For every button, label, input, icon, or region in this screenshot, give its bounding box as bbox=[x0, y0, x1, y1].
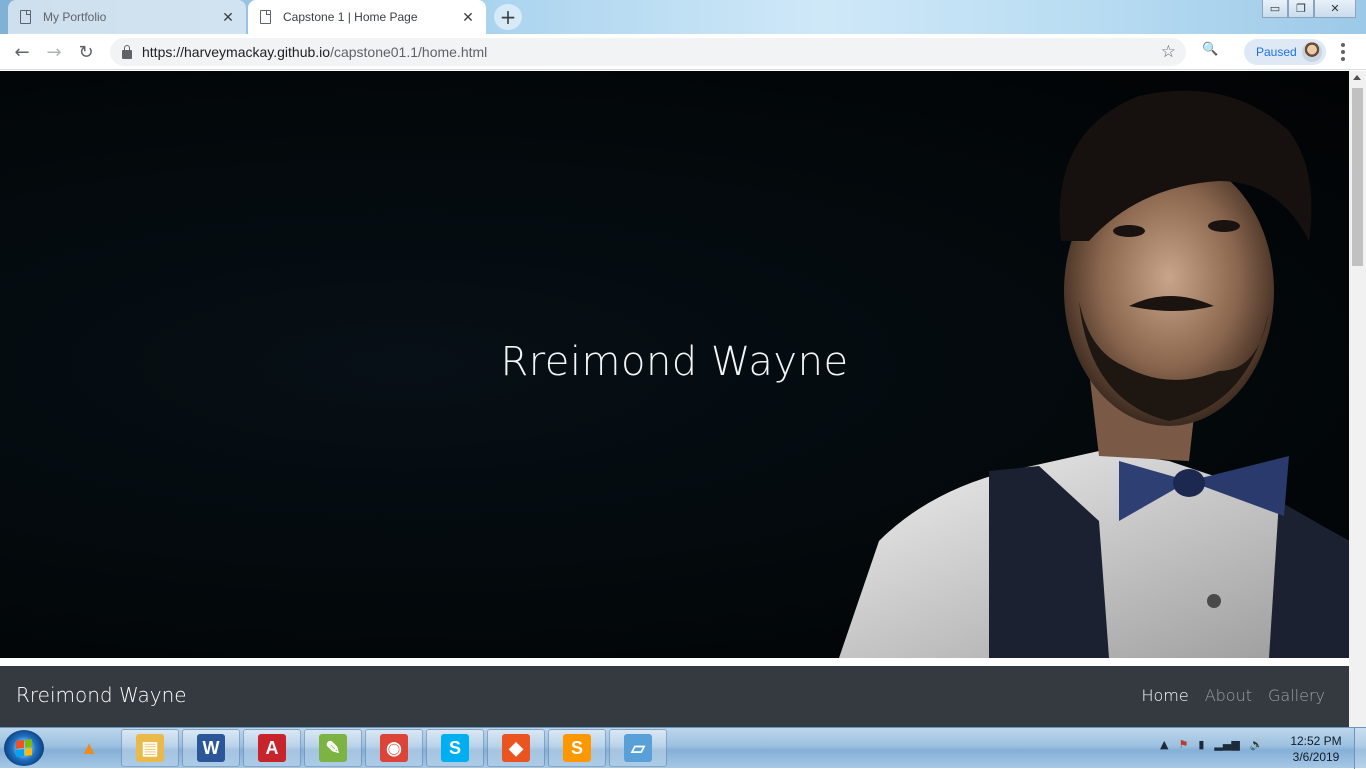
notepad-plus-plus-icon: ✎ bbox=[319, 734, 347, 762]
clock-time: 12:52 PM bbox=[1290, 734, 1342, 748]
hero-title: Rreimond Wayne bbox=[500, 339, 849, 385]
search-icon[interactable]: 🔍 bbox=[1202, 42, 1218, 57]
taskbar-app-chrome[interactable]: ◉ bbox=[365, 729, 423, 767]
browser-toolbar: ← → ↻ https://harveymackay.github.io/cap… bbox=[0, 34, 1366, 70]
git-extensions-icon: ◆ bbox=[502, 734, 530, 762]
signal-icon[interactable]: ▂▄▆ bbox=[1214, 738, 1239, 751]
autocad-icon: A bbox=[258, 734, 286, 762]
page-icon bbox=[260, 10, 271, 24]
reload-button[interactable]: ↻ bbox=[74, 40, 98, 64]
system-tray: ▲ ⚑ ▮ ▂▄▆ 🔊 bbox=[1160, 738, 1264, 751]
nav-link-about[interactable]: About bbox=[1205, 686, 1252, 705]
scrollbar-thumb[interactable] bbox=[1352, 88, 1363, 266]
url-host: https://harveymackay.github.io bbox=[142, 44, 331, 60]
window-controls: ▭ ❐ ✕ bbox=[1262, 0, 1356, 18]
show-desktop-button[interactable] bbox=[1354, 728, 1366, 769]
nav-separator bbox=[0, 658, 1349, 666]
url-text: https://harveymackay.github.io/capstone0… bbox=[142, 44, 487, 60]
page-viewport: Rreimond Wayne Rreimond Wayne Home About… bbox=[0, 71, 1366, 727]
tab-title: Capstone 1 | Home Page bbox=[283, 10, 418, 24]
taskbar-app-skype[interactable]: S bbox=[426, 729, 484, 767]
taskbar-app-snipping-tool[interactable]: ▱ bbox=[609, 729, 667, 767]
snipping-tool-icon: ▱ bbox=[624, 734, 652, 762]
maximize-button[interactable]: ❐ bbox=[1288, 0, 1314, 18]
close-tab-icon[interactable]: ✕ bbox=[220, 9, 236, 25]
site-navbar: Rreimond Wayne Home About Gallery bbox=[0, 666, 1349, 727]
tab-capstone-home[interactable]: Capstone 1 | Home Page ✕ bbox=[248, 0, 486, 34]
navbar-brand[interactable]: Rreimond Wayne bbox=[16, 683, 187, 707]
url-path: /capstone01.1/home.html bbox=[330, 44, 488, 60]
lock-icon bbox=[122, 44, 132, 59]
taskbar-app-word[interactable]: W bbox=[182, 729, 240, 767]
new-tab-button[interactable]: + bbox=[494, 4, 522, 30]
nav-link-home[interactable]: Home bbox=[1141, 686, 1188, 705]
network-icon[interactable]: ▮ bbox=[1198, 738, 1204, 751]
scroll-up-icon[interactable] bbox=[1353, 75, 1361, 80]
skype-icon: S bbox=[441, 734, 469, 762]
vlc-icon: ▲ bbox=[80, 737, 98, 758]
taskbar-app-notepad-plus-plus[interactable]: ✎ bbox=[304, 729, 362, 767]
clock-date: 3/6/2019 bbox=[1292, 750, 1340, 764]
tray-chevron-icon[interactable]: ▲ bbox=[1160, 738, 1168, 751]
browser-menu-icon[interactable] bbox=[1341, 43, 1345, 61]
sublime-text-icon: S bbox=[563, 734, 591, 762]
forward-button[interactable]: → bbox=[42, 40, 66, 64]
profile-paused-button[interactable]: Paused bbox=[1244, 39, 1326, 65]
navbar-links: Home About Gallery bbox=[1141, 686, 1325, 705]
profile-status: Paused bbox=[1256, 45, 1297, 59]
word-icon: W bbox=[197, 734, 225, 762]
page-scrollbar[interactable] bbox=[1349, 71, 1366, 727]
back-button[interactable]: ← bbox=[10, 40, 34, 64]
tab-my-portfolio[interactable]: My Portfolio ✕ bbox=[8, 0, 246, 34]
taskbar-app-git-extensions[interactable]: ◆ bbox=[487, 729, 545, 767]
windows-logo-icon bbox=[16, 739, 32, 757]
hero-section: Rreimond Wayne bbox=[0, 71, 1349, 658]
start-button[interactable] bbox=[4, 730, 44, 766]
browser-tab-strip: My Portfolio ✕ Capstone 1 | Home Page ✕ … bbox=[0, 0, 1366, 34]
taskbar-clock[interactable]: 12:52 PM 3/6/2019 bbox=[1284, 733, 1348, 765]
nav-link-gallery[interactable]: Gallery bbox=[1268, 686, 1325, 705]
windows-taskbar: ▲ ▤ W A ✎ ◉ S ◆ S ▱ ▲ ⚑ ▮ ▂▄▆ 🔊 12:52 PM 3/6/2019 bbox=[0, 727, 1366, 769]
taskbar-app-autocad[interactable]: A bbox=[243, 729, 301, 767]
close-tab-icon[interactable]: ✕ bbox=[460, 9, 476, 25]
close-window-button[interactable]: ✕ bbox=[1314, 0, 1356, 18]
taskbar-app-file-explorer[interactable]: ▤ bbox=[121, 729, 179, 767]
action-center-flag-icon[interactable]: ⚑ bbox=[1178, 738, 1188, 751]
tab-title: My Portfolio bbox=[43, 10, 107, 24]
taskbar-app-vlc[interactable]: ▲ bbox=[60, 729, 118, 767]
bookmark-star-icon[interactable]: ☆ bbox=[1161, 42, 1176, 62]
chrome-icon: ◉ bbox=[380, 734, 408, 762]
avatar bbox=[1302, 42, 1322, 62]
minimize-button[interactable]: ▭ bbox=[1262, 0, 1288, 18]
file-explorer-icon: ▤ bbox=[136, 734, 164, 762]
taskbar-app-sublime-text[interactable]: S bbox=[548, 729, 606, 767]
page-icon bbox=[20, 10, 31, 24]
volume-icon[interactable]: 🔊 bbox=[1250, 738, 1264, 751]
address-bar[interactable]: https://harveymackay.github.io/capstone0… bbox=[110, 38, 1186, 66]
